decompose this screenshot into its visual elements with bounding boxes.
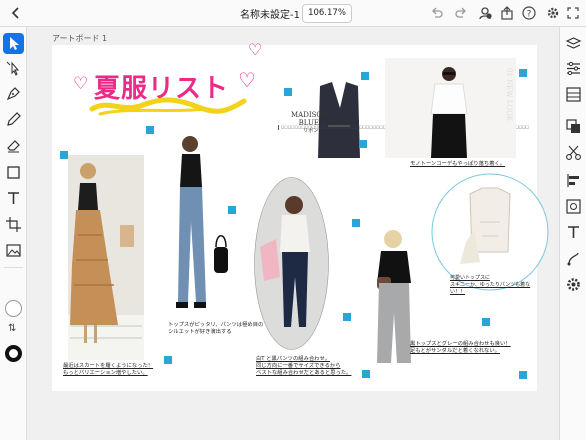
image-tool[interactable]	[3, 240, 24, 261]
heart-icon[interactable]: ♡	[73, 74, 88, 94]
repeat-icon[interactable]	[564, 249, 583, 268]
stroke-swatch[interactable]	[5, 345, 22, 362]
magazine-heading: MADISON BLUE の リボンシル	[291, 111, 329, 134]
libraries-icon[interactable]	[564, 85, 583, 104]
heart-icon[interactable]: ♡	[248, 40, 262, 59]
type-panel-icon[interactable]	[564, 223, 583, 242]
selection-handle[interactable]	[343, 313, 351, 321]
caption-oval[interactable]: 白T と黒パンツの組み合わせ。 同じ方向に一番でサイズできるから ベストな組み合わせ…	[256, 356, 366, 377]
left-toolbar: ⇅	[0, 27, 27, 440]
shape-tool[interactable]	[3, 162, 24, 183]
selection-handle[interactable]	[352, 219, 360, 227]
yellow-squiggle[interactable]	[88, 95, 248, 117]
magazine-body-text: □□□□□□□□□□□□□□□□□□□□□□□□□□□□□□□□□□□□□□□□…	[278, 125, 529, 130]
fill-swatch[interactable]	[5, 300, 22, 317]
top-toolbar: 名称未設定-1 106.17% ?	[0, 0, 586, 27]
select-tool[interactable]	[3, 33, 24, 54]
svg-text:?: ?	[527, 10, 532, 20]
caption-grey[interactable]: 黒トップスとグレーの組み合わせも良い！ 足もとがサンダルだと着くなれない。	[410, 341, 535, 355]
caption-jeans[interactable]: トップスがピッタリ、パンツは極め目の シルエットが好き演出する	[168, 322, 268, 336]
type-tool[interactable]	[3, 188, 24, 209]
selection-handle[interactable]	[362, 370, 370, 378]
caption-skirt[interactable]: 最近はスカートを履くようになった！ もっとバリエーション増やしたい。	[63, 363, 173, 377]
share-icon[interactable]	[500, 6, 514, 20]
selection-handle[interactable]	[482, 318, 490, 326]
selection-handle[interactable]	[359, 140, 367, 148]
settings-icon[interactable]	[564, 275, 583, 294]
layers-icon[interactable]	[564, 34, 583, 53]
undo-icon[interactable]	[430, 6, 444, 20]
image-trace-icon[interactable]	[564, 197, 583, 216]
add-user-icon[interactable]	[478, 6, 492, 20]
pencil-tool[interactable]	[3, 109, 24, 130]
selection-handle[interactable]	[361, 72, 369, 80]
selection-handle[interactable]	[146, 126, 154, 134]
heart-icon[interactable]: ♡	[238, 68, 256, 92]
swap-fill-stroke-icon[interactable]: ⇅	[8, 323, 16, 334]
outfit-photo-skirt[interactable]	[68, 155, 144, 360]
pen-tool[interactable]	[3, 83, 24, 104]
crop-tool[interactable]	[3, 214, 24, 235]
outfit-photo-monotone[interactable]: 01 NEW LOOK	[385, 58, 516, 158]
help-icon[interactable]: ?	[522, 6, 536, 20]
align-icon[interactable]	[564, 171, 583, 190]
selection-handle[interactable]	[519, 371, 527, 379]
settings-icon[interactable]	[546, 6, 560, 20]
vertical-text: 01 NEW LOOK	[505, 68, 513, 122]
selection-handle[interactable]	[519, 69, 527, 77]
selection-handle[interactable]	[60, 151, 68, 159]
eraser-tool[interactable]	[3, 135, 24, 156]
zoom-level[interactable]: 106.17%	[302, 4, 352, 23]
path-icon[interactable]	[564, 117, 583, 136]
chevron-left-icon[interactable]	[8, 5, 24, 21]
right-panel	[559, 27, 586, 440]
toolbar-divider	[4, 267, 23, 268]
selection-handle[interactable]	[164, 356, 172, 364]
caption-monotone[interactable]: モノトーンコーデもやっぱり落ち着く。	[410, 161, 530, 168]
direct-select-tool[interactable]	[3, 58, 24, 79]
document-title[interactable]: 名称未設定-1	[240, 6, 300, 21]
outfit-photo-jeans[interactable]	[170, 132, 230, 312]
selection-handle[interactable]	[228, 206, 236, 214]
collapse-icon[interactable]	[566, 6, 580, 20]
artboard-label: アートボード 1	[52, 34, 108, 43]
selection-handle[interactable]	[284, 88, 292, 96]
redo-icon[interactable]	[454, 6, 468, 20]
scissors-icon[interactable]	[564, 143, 583, 162]
properties-icon[interactable]	[564, 59, 583, 78]
caption-circle[interactable]: 可愛いトップスに スキニーか、ゆったりパンツも着ない！！	[450, 275, 545, 296]
outfit-photo-circle[interactable]	[430, 172, 550, 292]
